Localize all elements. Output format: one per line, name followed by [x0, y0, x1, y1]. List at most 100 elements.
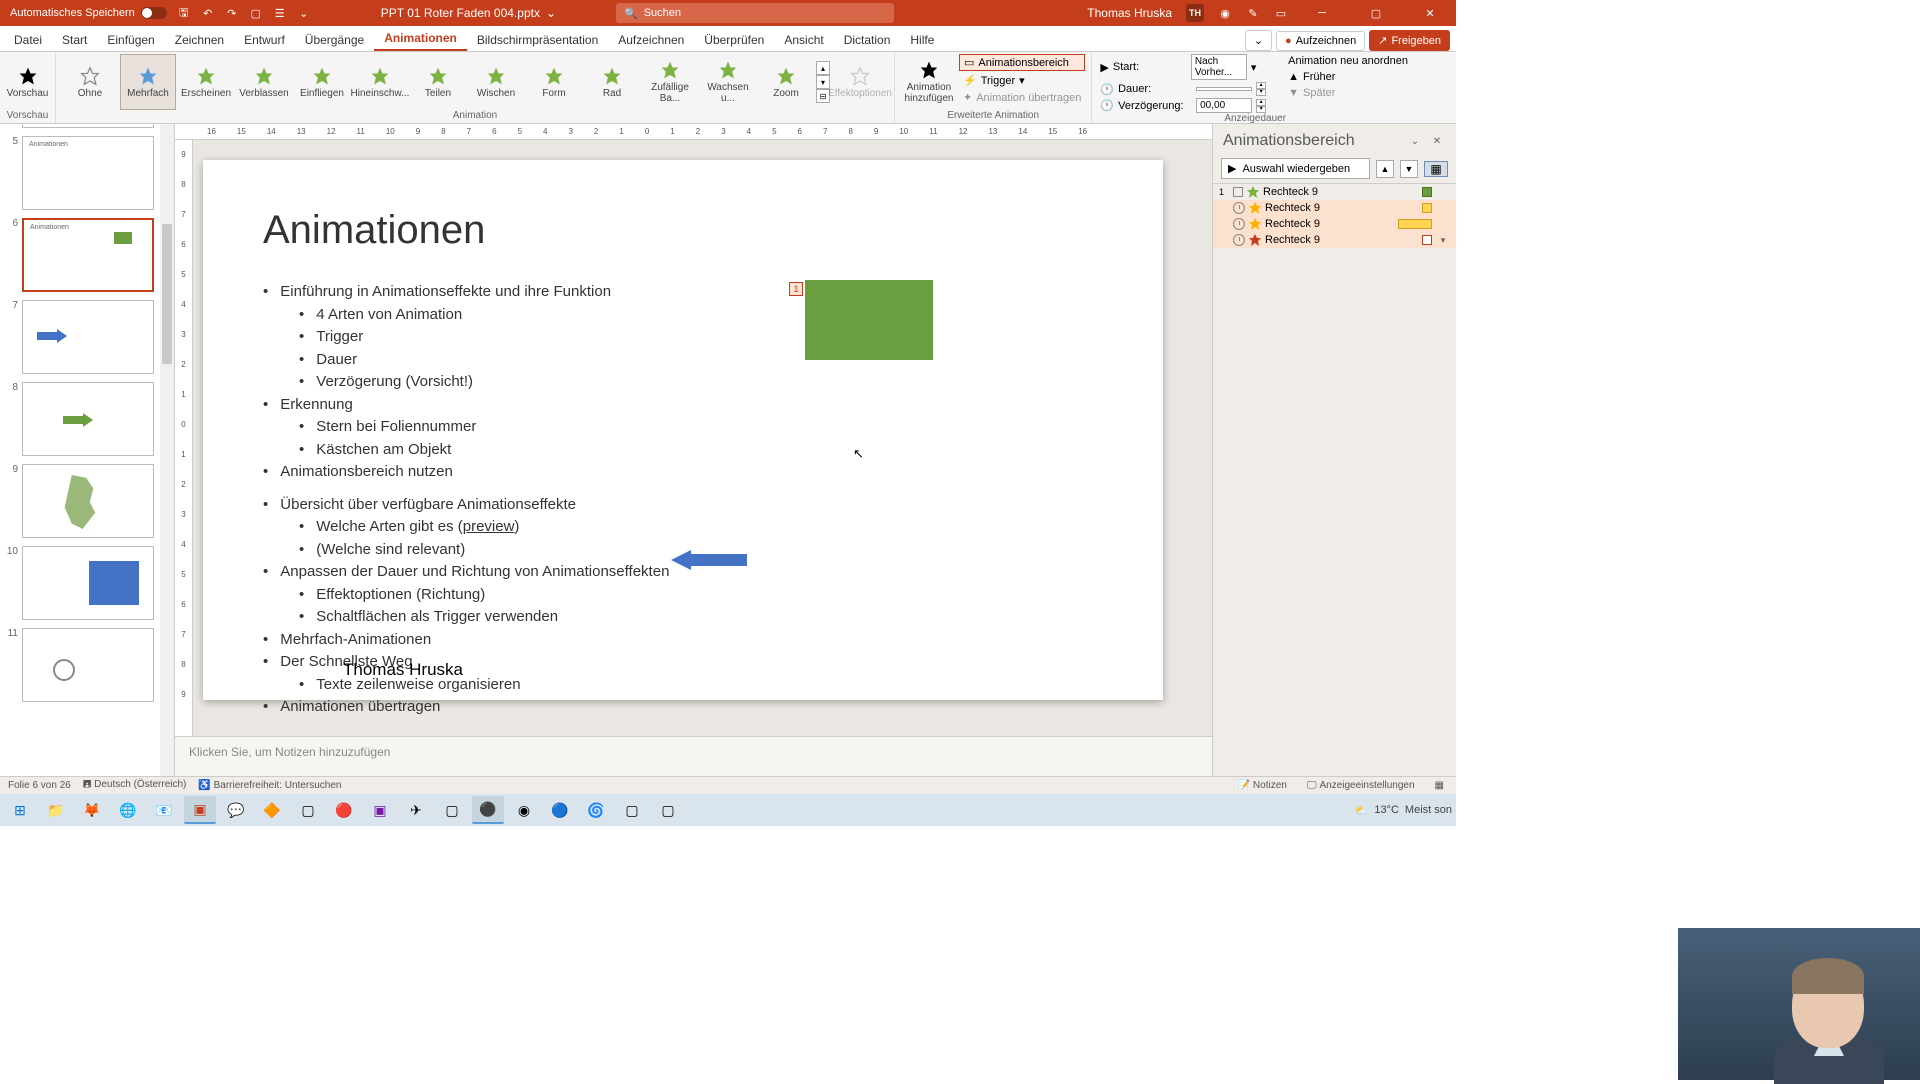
qat-dropdown-icon[interactable]: ⌄ — [297, 6, 311, 20]
gallery-up[interactable]: ▴ — [816, 61, 830, 75]
undo-icon[interactable]: ↶ — [201, 6, 215, 20]
anim-ohne[interactable]: Ohne — [62, 54, 118, 110]
spin-down[interactable]: ▾ — [1256, 89, 1266, 96]
animation-hinzufuegen-button[interactable]: Animation hinzufügen — [901, 54, 957, 110]
timeline-zoom[interactable]: ▦ — [1424, 161, 1448, 177]
anim-zufaellige[interactable]: Zufällige Ba... — [642, 54, 698, 110]
notes-toggle[interactable]: 📝 Notizen — [1233, 780, 1290, 791]
powerpoint-icon[interactable]: ▣ — [184, 796, 216, 824]
maximize-button[interactable]: ▢ — [1356, 0, 1396, 26]
accessibility-status[interactable]: ♿ Barrierefreiheit: Untersuchen — [198, 780, 341, 791]
user-avatar[interactable]: TH — [1186, 4, 1204, 22]
anim-verblassen[interactable]: Verblassen — [236, 54, 292, 110]
search-input[interactable]: 🔍 Suchen — [616, 3, 894, 23]
tab-datei[interactable]: Datei — [4, 29, 52, 51]
view-normal-icon[interactable]: ▦ — [1431, 780, 1448, 791]
tab-hilfe[interactable]: Hilfe — [900, 29, 944, 51]
slide-thumb[interactable] — [22, 546, 154, 620]
notes-placeholder[interactable]: Klicken Sie, um Notizen hinzuzufügen — [175, 736, 1212, 776]
slide-thumb[interactable] — [22, 382, 154, 456]
redo-icon[interactable]: ↷ — [225, 6, 239, 20]
slide-thumb[interactable]: Animationen — [22, 136, 154, 210]
app-icon[interactable]: ▢ — [292, 796, 324, 824]
tab-entwurf[interactable]: Entwurf — [234, 29, 295, 51]
tab-ueberpruefen[interactable]: Überprüfen — [694, 29, 774, 51]
tab-einfuegen[interactable]: Einfügen — [97, 29, 164, 51]
frueher-button[interactable]: ▲ Früher — [1284, 70, 1412, 84]
slide-title[interactable]: Animationen — [263, 208, 1103, 253]
dauer-input[interactable] — [1196, 87, 1252, 91]
present-from-start-icon[interactable]: ▢ — [249, 6, 263, 20]
anim-hineinschw[interactable]: Hineinschw... — [352, 54, 408, 110]
row-dropdown[interactable]: ▾ — [1436, 235, 1450, 246]
animationsbereich-button[interactable]: ▭ Animationsbereich — [959, 54, 1085, 71]
spin-down[interactable]: ▾ — [1256, 106, 1266, 113]
chevron-down-icon[interactable]: ⌄ — [1406, 132, 1424, 150]
anim-wachsen[interactable]: Wachsen u... — [700, 54, 756, 110]
firefox-icon[interactable]: 🦊 — [76, 796, 108, 824]
spin-up[interactable]: ▴ — [1256, 82, 1266, 89]
language-status[interactable]: 🖪 Deutsch (Österreich) — [83, 777, 187, 794]
slide-bullets[interactable]: Einführung in Animationseffekte und ihre… — [263, 281, 1103, 304]
collapse-ribbon-button[interactable]: ⌄ — [1245, 30, 1272, 51]
close-button[interactable]: ✕ — [1410, 0, 1450, 26]
tab-bildschirm[interactable]: Bildschirmpräsentation — [467, 29, 608, 51]
tab-uebergaenge[interactable]: Übergänge — [295, 29, 374, 51]
minimize-button[interactable]: ─ — [1302, 0, 1342, 26]
slide-thumb-selected[interactable]: Animationen — [22, 218, 154, 292]
anim-form[interactable]: Form — [526, 54, 582, 110]
tab-animationen[interactable]: Animationen — [374, 27, 467, 51]
tab-zeichnen[interactable]: Zeichnen — [165, 29, 234, 51]
animation-tag[interactable]: 1 — [789, 282, 803, 296]
close-icon[interactable]: ✕ — [1428, 132, 1446, 150]
edge-icon[interactable]: 🌀 — [580, 796, 612, 824]
slide-thumb[interactable] — [22, 628, 154, 702]
ribbon-mode-icon[interactable]: ▭ — [1274, 6, 1288, 20]
obs-icon[interactable]: ⚫ — [472, 796, 504, 824]
weather-widget[interactable]: ⛅ 13°C Meist son — [1355, 804, 1452, 817]
animation-row[interactable]: 1 Rechteck 9 — [1213, 184, 1456, 200]
freigeben-button[interactable]: ↗ Freigeben — [1369, 30, 1450, 51]
username[interactable]: Thomas Hruska — [1087, 6, 1172, 20]
telegram-icon[interactable]: ✈ — [400, 796, 432, 824]
animation-row[interactable]: Rechteck 9 — [1213, 200, 1456, 216]
animation-row[interactable]: Rechteck 9 — [1213, 216, 1456, 232]
app-icon[interactable]: ◉ — [508, 796, 540, 824]
verzoegerung-input[interactable]: 00,00 — [1196, 98, 1252, 113]
draw-icon[interactable]: ✎ — [1246, 6, 1260, 20]
tab-ansicht[interactable]: Ansicht — [774, 29, 833, 51]
app-icon[interactable]: 🔴 — [328, 796, 360, 824]
trigger-button[interactable]: ⚡ Trigger ▾ — [959, 73, 1085, 88]
scrollbar[interactable] — [160, 124, 174, 776]
start-button[interactable]: ⊞ — [4, 796, 36, 824]
tab-aufzeichnen[interactable]: Aufzeichnen — [608, 29, 694, 51]
file-explorer-icon[interactable]: 📁 — [40, 796, 72, 824]
save-icon[interactable]: 🖫 — [177, 6, 191, 20]
app-icon[interactable]: 💬 — [220, 796, 252, 824]
slide-thumb[interactable] — [22, 300, 154, 374]
slide-shape-rectangle[interactable] — [805, 280, 933, 360]
slide-shape-arrow[interactable] — [671, 550, 747, 570]
filename[interactable]: PPT 01 Roter Faden 004.pptx⌄ — [381, 6, 556, 20]
anim-teilen[interactable]: Teilen — [410, 54, 466, 110]
coming-soon-icon[interactable]: ◉ — [1218, 6, 1232, 20]
anim-erscheinen[interactable]: Erscheinen — [178, 54, 234, 110]
touch-mode-icon[interactable]: ☰ — [273, 6, 287, 20]
anim-rad[interactable]: Rad — [584, 54, 640, 110]
app-icon[interactable]: ▢ — [616, 796, 648, 824]
tab-dictation[interactable]: Dictation — [834, 29, 901, 51]
slide-thumb[interactable] — [22, 124, 154, 128]
slide-canvas[interactable]: Animationen Einführung in Animationseffe… — [203, 160, 1163, 700]
anim-zoom[interactable]: Zoom — [758, 54, 814, 110]
app-icon[interactable]: ▢ — [652, 796, 684, 824]
anim-wischen[interactable]: Wischen — [468, 54, 524, 110]
vorschau-button[interactable]: Vorschau — [6, 54, 49, 110]
app-icon[interactable]: ▢ — [436, 796, 468, 824]
slide-count[interactable]: Folie 6 von 26 — [8, 780, 71, 791]
spin-up[interactable]: ▴ — [1256, 99, 1266, 106]
chevron-down-icon[interactable]: ▾ — [1251, 61, 1257, 74]
app-icon[interactable]: 🔵 — [544, 796, 576, 824]
aufzeichnen-button[interactable]: ●Aufzeichnen — [1276, 31, 1365, 51]
slide-thumb[interactable] — [22, 464, 154, 538]
move-down-button[interactable]: ▼ — [1400, 160, 1418, 178]
